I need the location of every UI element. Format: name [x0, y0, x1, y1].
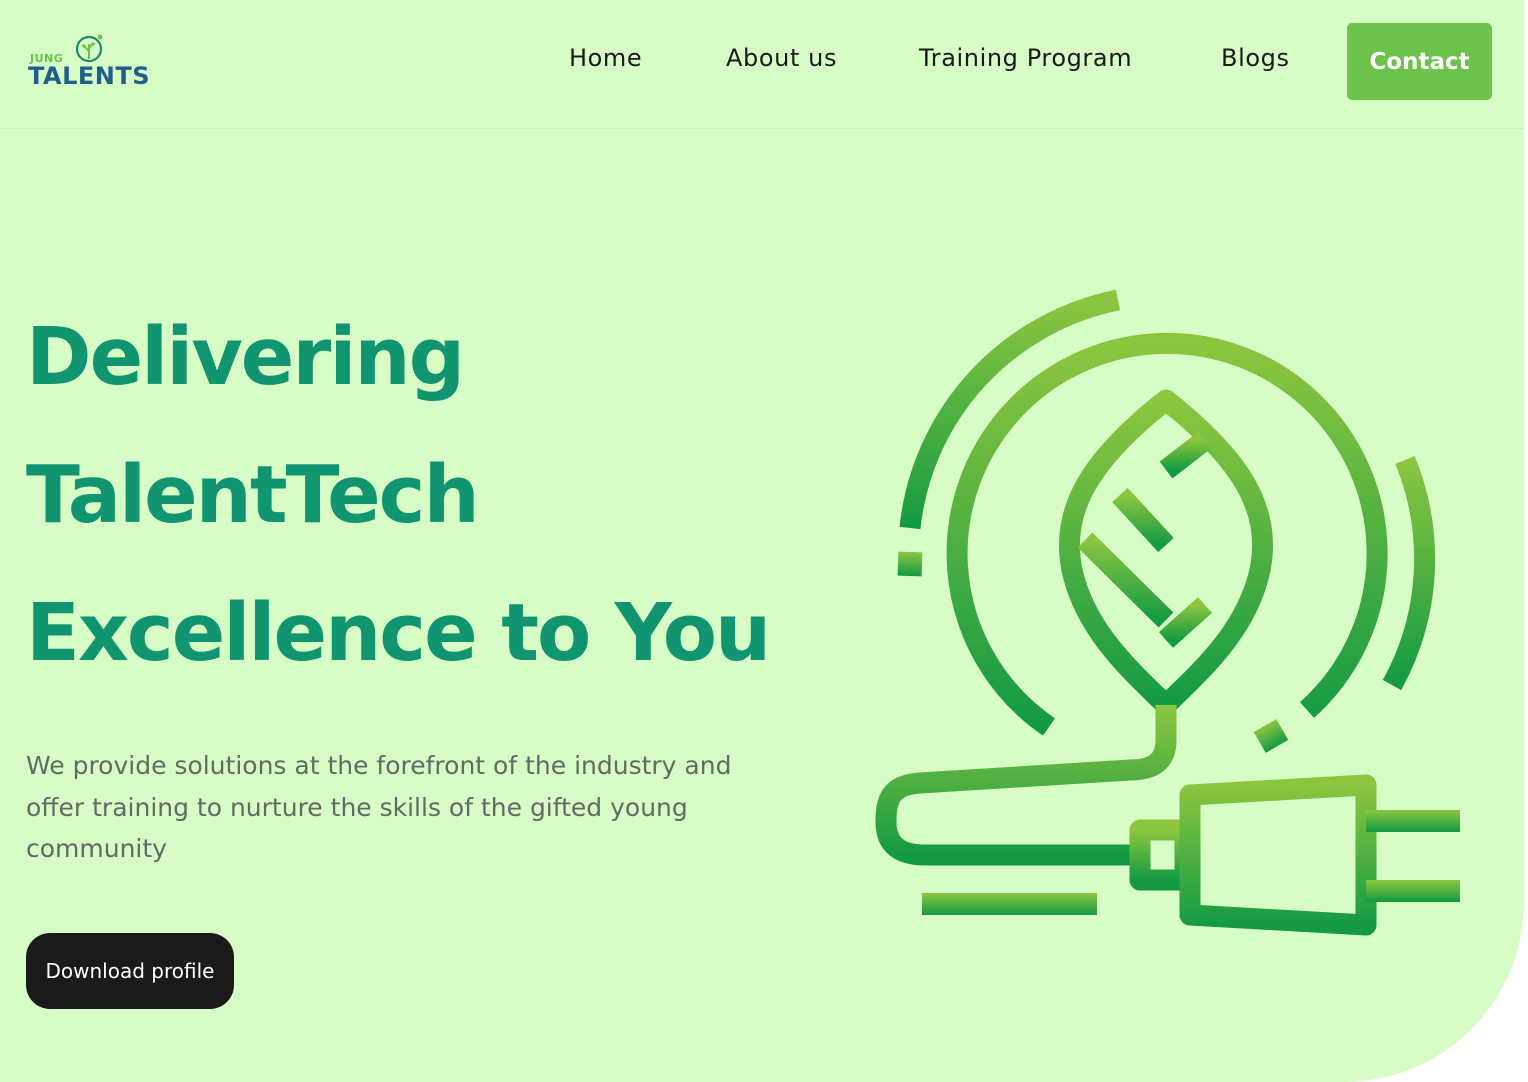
page-edge — [1524, 0, 1528, 1082]
hero-headline-line-3: Excellence to You — [26, 587, 771, 679]
logo-text-talents: TALENTS — [28, 62, 151, 90]
hero-subtitle: We provide solutions at the forefront of… — [26, 751, 732, 863]
hero-headline-line-1: Delivering — [26, 311, 465, 403]
sprout-logo-icon — [75, 34, 103, 63]
nav-home[interactable]: Home — [569, 44, 642, 72]
page: JUNG TALENTS Home About us Training Prog… — [0, 0, 1528, 1082]
hero-headline-line-2: TalentTech — [26, 449, 480, 541]
leaf-plug-icon — [875, 289, 1460, 936]
contact-button[interactable]: Contact — [1347, 23, 1492, 100]
nav-blogs[interactable]: Blogs — [1221, 44, 1290, 72]
nav-training-program[interactable]: Training Program — [919, 44, 1132, 72]
brand-logo[interactable]: JUNG TALENTS — [28, 32, 158, 92]
nav-about-us[interactable]: About us — [726, 44, 837, 72]
download-profile-button[interactable]: Download profile — [26, 933, 234, 1009]
site-header: JUNG TALENTS Home About us Training Prog… — [0, 0, 1524, 129]
